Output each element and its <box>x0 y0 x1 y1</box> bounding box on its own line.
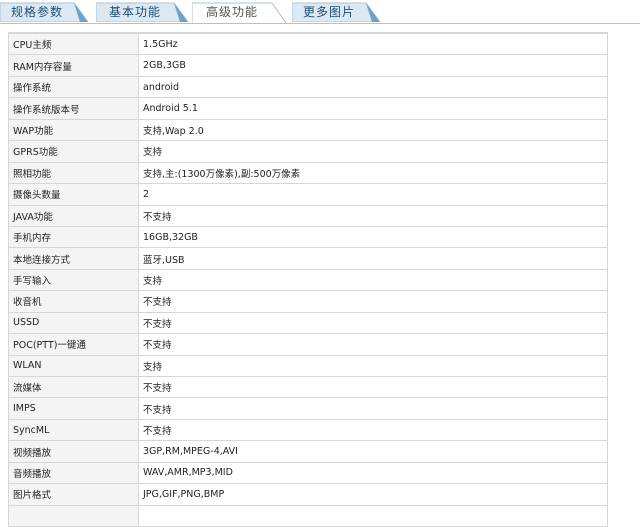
spec-value: 不支持 <box>138 290 608 313</box>
table-row: 收音机 不支持 <box>8 290 608 313</box>
spec-key: CPU主频 <box>8 32 139 56</box>
table-row: 音频播放 WAV,AMR,MP3,MID <box>8 461 608 485</box>
spec-key: 流媒体 <box>8 375 139 399</box>
spec-key: IMPS <box>8 397 139 420</box>
spec-table: CPU主频 1.5GHz RAM内存容量 2GB,3GB 操作系统 android 操作系统… <box>8 32 608 527</box>
spec-key: 操作系统 <box>8 75 139 99</box>
table-row: CPU主频 1.5GHz <box>8 32 608 56</box>
spec-value: 不支持 <box>138 375 608 399</box>
table-row: GPRS功能 支持 <box>8 140 608 163</box>
table-row <box>8 504 608 527</box>
spec-key: 图片格式 <box>8 483 139 506</box>
spec-key: 本地连接方式 <box>8 247 139 270</box>
spec-key: 视频播放 <box>8 440 139 463</box>
table-row: WAP功能 支持,Wap 2.0 <box>8 118 608 142</box>
table-row: USSD 不支持 <box>8 311 608 335</box>
spec-value: 16GB,32GB <box>138 225 608 249</box>
spec-value: 支持 <box>138 354 608 378</box>
spec-value: 不支持 <box>138 333 608 356</box>
table-row: 视频播放 3GP,RM,MPEG-4,AVI <box>8 440 608 463</box>
spec-key <box>8 504 139 527</box>
tab-more-images[interactable]: 更多图片 <box>292 2 380 22</box>
table-row: 照相功能 支持,主:(1300万像素),副:500万像素 <box>8 161 608 185</box>
tab-basic[interactable]: 基本功能 <box>96 2 188 22</box>
spec-value: 不支持 <box>138 204 608 227</box>
table-row: SyncML 不支持 <box>8 418 608 442</box>
table-row: IMPS 不支持 <box>8 397 608 420</box>
spec-value: 不支持 <box>138 397 608 420</box>
tab-label: 规格参数 <box>10 5 63 19</box>
spec-key: 手写输入 <box>8 268 139 292</box>
table-row: RAM内存容量 2GB,3GB <box>8 54 608 77</box>
spec-value: 2GB,3GB <box>138 54 608 77</box>
spec-value: 支持 <box>138 140 608 163</box>
spec-value: android <box>138 75 608 99</box>
spec-key: 照相功能 <box>8 161 139 185</box>
tab-label: 更多图片 <box>302 5 355 19</box>
spec-key: WAP功能 <box>8 118 139 142</box>
spec-key: SyncML <box>8 418 139 442</box>
spec-value: 蓝牙,USB <box>138 247 608 270</box>
spec-key: 摄像头数量 <box>8 183 139 206</box>
spec-key: JAVA功能 <box>8 204 139 227</box>
spec-key: POC(PTT)一键通 <box>8 333 139 356</box>
tab-bar: 规格参数 基本功能 高级功能 更多图片 <box>0 0 640 24</box>
spec-value: 不支持 <box>138 418 608 442</box>
table-row: 摄像头数量 2 <box>8 183 608 206</box>
table-row: 操作系统 android <box>8 75 608 99</box>
table-row: JAVA功能 不支持 <box>8 204 608 227</box>
table-row: 手机内存 16GB,32GB <box>8 225 608 249</box>
spec-value: 支持,主:(1300万像素),副:500万像素 <box>138 161 608 185</box>
spec-table-container: CPU主频 1.5GHz RAM内存容量 2GB,3GB 操作系统 android 操作系统… <box>8 32 608 527</box>
table-row: POC(PTT)一键通 不支持 <box>8 333 608 356</box>
spec-value: WAV,AMR,MP3,MID <box>138 461 608 485</box>
spec-key: WLAN <box>8 354 139 378</box>
spec-value: 支持 <box>138 268 608 292</box>
tab-label: 基本功能 <box>108 5 161 19</box>
spec-value: 1.5GHz <box>138 32 608 56</box>
spec-key: USSD <box>8 311 139 335</box>
spec-value: 2 <box>138 183 608 206</box>
spec-table-body: CPU主频 1.5GHz RAM内存容量 2GB,3GB 操作系统 android 操作系统… <box>8 32 608 527</box>
spec-key: GPRS功能 <box>8 140 139 163</box>
spec-key: 收音机 <box>8 290 139 313</box>
tab-label: 高级功能 <box>205 5 258 19</box>
spec-key: RAM内存容量 <box>8 54 139 77</box>
spec-value: Android 5.1 <box>138 97 608 120</box>
spec-key: 操作系统版本号 <box>8 97 139 120</box>
table-row: 操作系统版本号 Android 5.1 <box>8 97 608 120</box>
table-row: WLAN 支持 <box>8 354 608 378</box>
table-row: 本地连接方式 蓝牙,USB <box>8 247 608 270</box>
spec-value <box>138 504 608 527</box>
spec-key: 手机内存 <box>8 225 139 249</box>
spec-value: 3GP,RM,MPEG-4,AVI <box>138 440 608 463</box>
spec-value: 不支持 <box>138 311 608 335</box>
table-row: 图片格式 JPG,GIF,PNG,BMP <box>8 483 608 506</box>
tab-advanced[interactable]: 高级功能 <box>192 2 286 23</box>
table-row: 流媒体 不支持 <box>8 375 608 399</box>
spec-value: JPG,GIF,PNG,BMP <box>138 483 608 506</box>
spec-value: 支持,Wap 2.0 <box>138 118 608 142</box>
table-row: 手写输入 支持 <box>8 268 608 292</box>
tab-specs[interactable]: 规格参数 <box>0 2 88 22</box>
spec-key: 音频播放 <box>8 461 139 485</box>
